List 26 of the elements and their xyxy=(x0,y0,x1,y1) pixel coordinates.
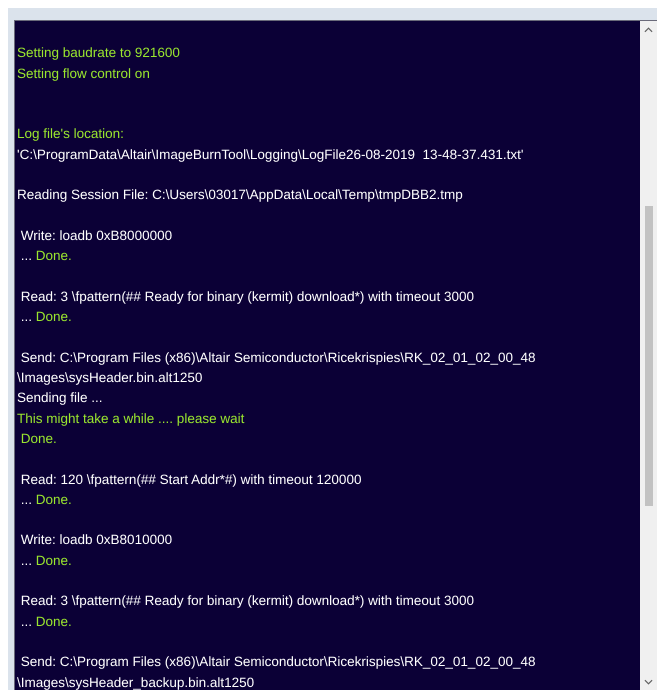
scroll-down-icon[interactable] xyxy=(644,679,653,685)
log-line: \Images\sysHeader.bin.alt1250 xyxy=(17,369,204,388)
log-line: This might take a while .... please wait xyxy=(17,410,246,428)
log-line: Reading Session File: C:\Users\03017\AppData\Local\Temp\tmpDBB2.tmp xyxy=(17,186,464,204)
log-line: ... Done. xyxy=(20,490,73,509)
log-line: Read: 3 \fpattern(## Ready for binary (kermit) download*) with timeout 3000 xyxy=(20,288,475,306)
log-line: ... Done. xyxy=(20,552,73,570)
log-line: 'C:\ProgramData\Altair\ImageBurnTool\Logging\LogFile26-08-2019 13-48-37.431.txt' xyxy=(17,146,524,164)
log-line: Setting flow control on xyxy=(17,64,151,83)
log-line: \Images\sysHeader_backup.bin.alt1250 xyxy=(17,674,256,690)
log-line: Send: C:\Program Files (x86)\Altair Semiconductor\Ricekrispies\RK_02_01_02_00_48 xyxy=(20,653,537,672)
log-line: ... Done. xyxy=(20,612,73,631)
log-line: Read: 3 \fpattern(## Ready for binary (kermit) download*) with timeout 3000 xyxy=(20,592,475,610)
log-line: Write: loadb 0xB8010000 xyxy=(20,531,174,550)
log-line: Sending file ... xyxy=(17,389,104,408)
scrollbar-thumb[interactable] xyxy=(644,206,652,506)
scrollbar[interactable] xyxy=(640,21,657,690)
log-line: Send: C:\Program Files (x86)\Altair Semiconductor\Ricekrispies\RK_02_01_02_00_48 xyxy=(20,348,537,367)
log-line: Setting baudrate to 921600 xyxy=(17,44,181,62)
log-line: ... Done. xyxy=(20,308,73,326)
log-line: Log file's location: xyxy=(17,125,125,144)
log-line: Write: loadb 0xB8000000 xyxy=(20,226,174,245)
log-line: Read: 120 \fpattern(## Start Addr*#) with timeout 120000 xyxy=(20,470,362,489)
scroll-up-icon[interactable] xyxy=(644,27,653,33)
log-line: ... Done. xyxy=(20,247,73,266)
log-line: Done. xyxy=(20,430,58,448)
